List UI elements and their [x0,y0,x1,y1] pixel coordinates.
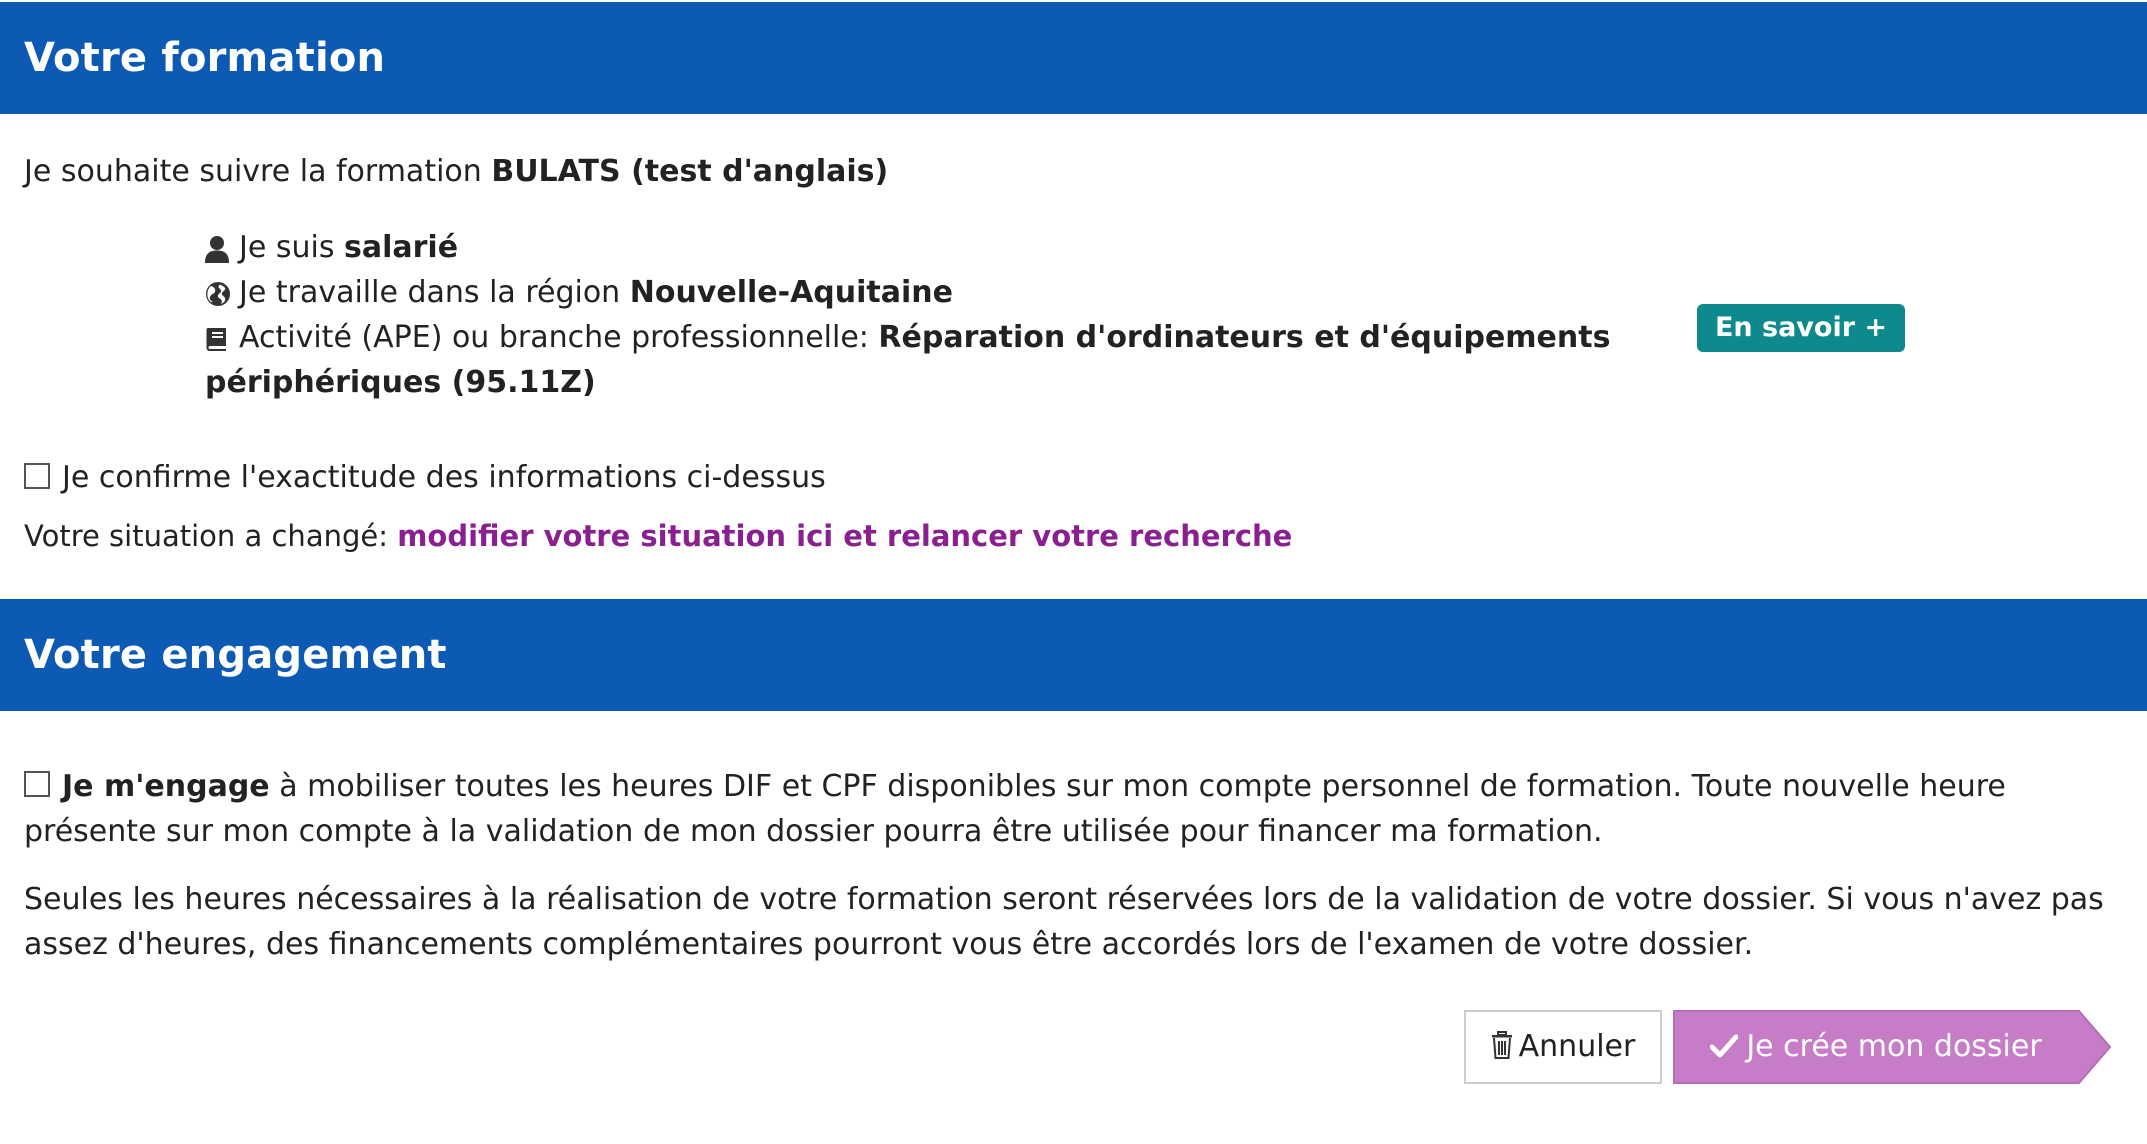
cancel-label: Annuler [1518,1029,1636,1064]
activity-value-line2: périphériques (95.11Z) [205,365,596,400]
modify-situation-link[interactable]: modifier votre situation ici et relancer… [397,519,1292,553]
learn-more-button[interactable]: En savoir + [1697,304,1905,352]
checkmark-icon [1709,1012,1739,1086]
cancel-button[interactable]: Annuler [1464,1010,1662,1084]
confirm-checkbox[interactable] [24,463,50,489]
engage-bold: Je m'engage [62,769,270,804]
engagement-title: Votre engagement [24,632,447,678]
hours-note: Seules les heures nécessaires à la réali… [24,882,2104,962]
region-line: Je travaille dans la région Nouvelle-Aqu… [205,271,953,315]
engage-text: à mobiliser toutes les heures DIF et CPF… [24,769,2006,849]
user-icon [205,235,239,263]
activity-value-line1: Réparation d'ordinateurs et d'équipement… [878,320,1611,355]
create-dossier-button[interactable]: Je crée mon dossier [1673,1010,2111,1084]
region-value: Nouvelle-Aquitaine [629,275,953,310]
formation-title: Votre formation [24,35,386,81]
status-prefix: Je suis [239,230,344,265]
activity-prefix: Activité (APE) ou branche professionnell… [239,320,879,355]
status-value: salarié [344,230,459,265]
trash-icon [1491,1015,1513,1085]
training-name: BULATS (test d'anglais) [491,154,889,189]
activity-line: Activité (APE) ou branche professionnell… [205,316,1610,360]
book-icon [205,326,239,352]
status-line: Je suis salarié [205,226,458,270]
confirm-label[interactable]: Je confirme l'exactitude des information… [62,456,826,500]
situation-changed-prefix: Votre situation a changé: [24,519,398,553]
globe-icon [205,281,239,307]
engagement-header: Votre engagement [0,599,2147,711]
situation-changed-line: Votre situation a changé: modifier votre… [24,514,1292,558]
formation-header: Votre formation [0,2,2147,114]
training-intro: Je souhaite suivre la formation BULATS (… [24,150,888,194]
intro-prefix: Je souhaite suivre la formation [24,154,492,189]
engage-paragraph: Je m'engage à mobiliser toutes les heure… [24,764,2114,854]
region-prefix: Je travaille dans la région [239,275,630,310]
create-dossier-label: Je crée mon dossier [1746,1029,2042,1064]
